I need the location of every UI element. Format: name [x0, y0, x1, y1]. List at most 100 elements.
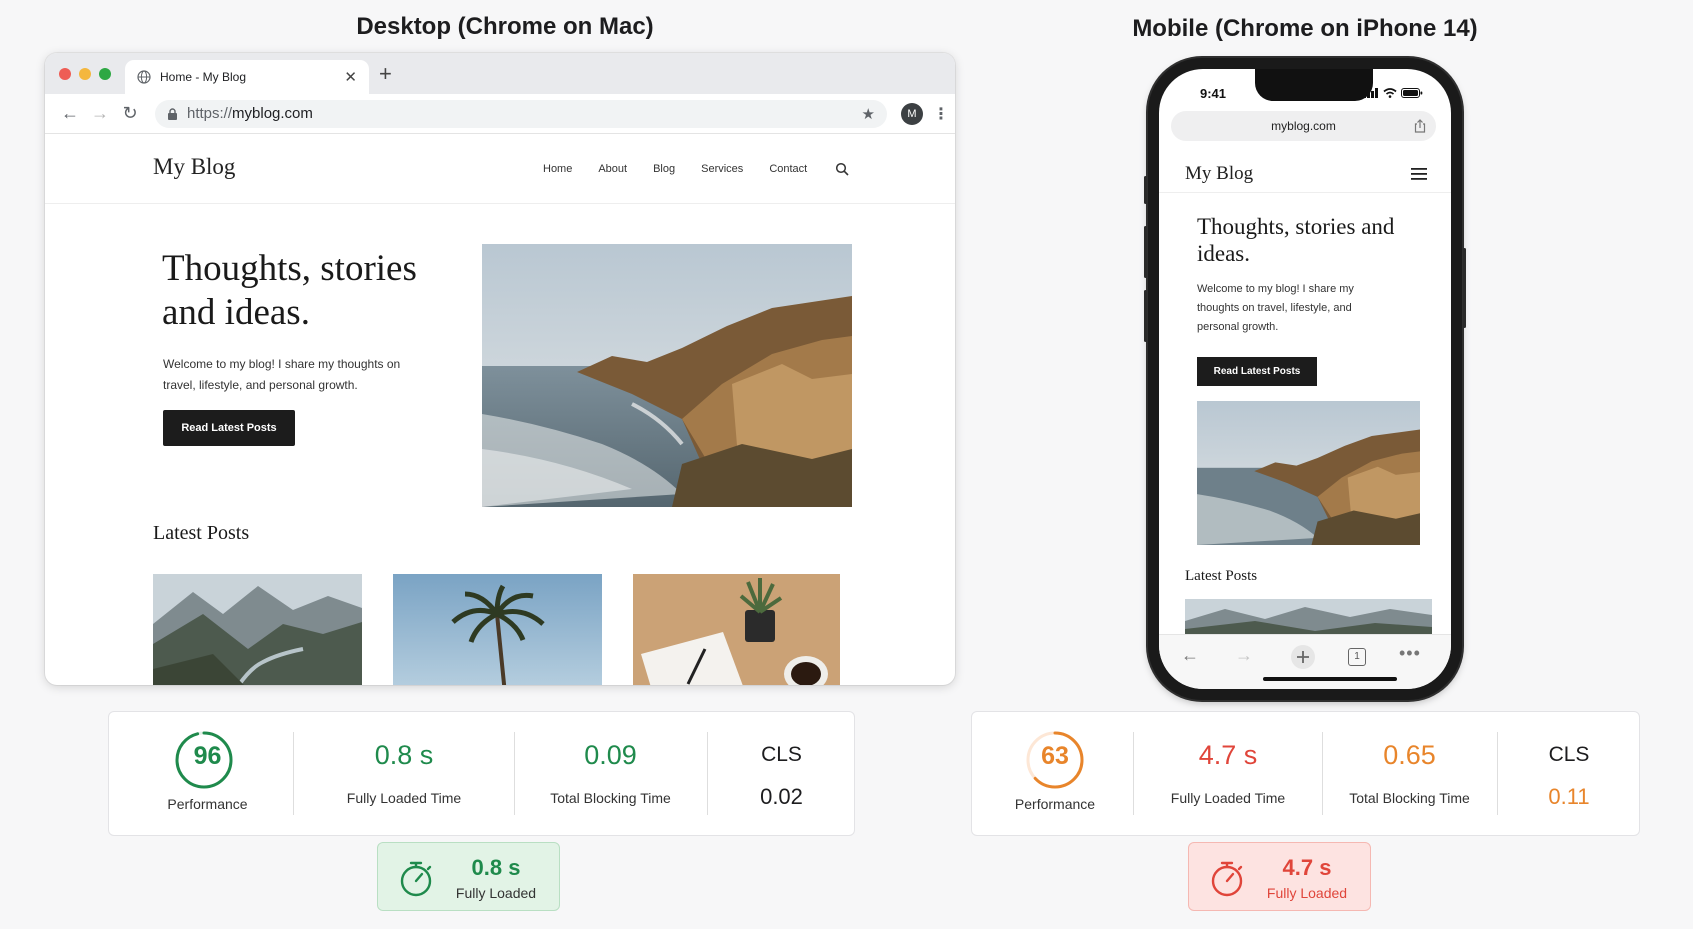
read-latest-posts-button[interactable]: Read Latest Posts [163, 410, 295, 446]
mobile-tbt-label: Total Blocking Time [1349, 790, 1470, 806]
browser-tab[interactable]: Home - My Blog ✕ [125, 60, 369, 94]
tab-bar: Home - My Blog ✕ + [45, 53, 955, 94]
volume-down-button [1144, 290, 1147, 342]
site-brand[interactable]: My Blog [153, 154, 235, 180]
mobile-cls-metric: CLS 0.11 [1497, 712, 1641, 835]
post-thumbnail-desk[interactable] [633, 574, 840, 685]
mobile-back-icon[interactable]: ← [1181, 645, 1199, 666]
post-thumbnail-palm[interactable] [393, 574, 602, 685]
lock-icon [168, 107, 177, 120]
desktop-badge-label: Fully Loaded [455, 885, 537, 901]
desktop-tbt-label: Total Blocking Time [550, 790, 671, 806]
nav-blog[interactable]: Blog [653, 163, 675, 176]
mobile-badge-value: 4.7 s [1282, 855, 1332, 880]
mobile-site-brand[interactable]: My Blog [1185, 163, 1253, 185]
mobile-fully-loaded-badge: 4.7 s Fully Loaded [1188, 842, 1371, 911]
more-icon[interactable]: ••• [1399, 643, 1421, 664]
globe-icon [137, 70, 151, 84]
address-url: https://myblog.com [187, 105, 313, 122]
phone-screen: 9:41 myblog.com My Blog Thoughts, storie… [1159, 69, 1451, 689]
close-window-button[interactable] [59, 68, 71, 80]
desktop-performance-label: Performance [167, 796, 248, 812]
star-icon[interactable]: ★ [862, 105, 875, 123]
mobile-fully-loaded-metric: 4.7 s Fully Loaded Time [1134, 712, 1322, 835]
tab-count: 1 [1354, 651, 1360, 662]
desktop-browser-window: Home - My Blog ✕ + ← → ↻ https://myblog.… [45, 53, 955, 685]
desktop-performance-metric: 96 Performance [109, 712, 294, 835]
desktop-metrics-card: 96 Performance 0.8 s Fully Loaded Time 0… [108, 711, 855, 836]
desktop-fully-loaded-label: Fully Loaded Time [346, 790, 462, 806]
share-icon[interactable] [1414, 119, 1426, 133]
mobile-section-title: Mobile (Chrome on iPhone 14) [1132, 15, 1478, 42]
mobile-cls-label: CLS [1548, 743, 1590, 766]
mobile-tbt-metric: 0.65 Total Blocking Time [1322, 712, 1497, 835]
zoom-window-button[interactable] [99, 68, 111, 80]
desktop-cls-value: 0.02 [760, 784, 803, 809]
forward-icon[interactable]: → [85, 103, 115, 124]
mobile-hero-title: Thoughts, stories and ideas. [1197, 214, 1395, 266]
desktop-tbt-metric: 0.09 Total Blocking Time [514, 712, 707, 835]
post-thumbnail-mountains[interactable] [153, 574, 362, 685]
mobile-forward-icon[interactable]: → [1235, 645, 1253, 666]
desktop-cls-metric: CLS 0.02 [707, 712, 856, 835]
dynamic-island [1255, 69, 1373, 101]
nav-contact[interactable]: Contact [769, 163, 807, 176]
desktop-fully-loaded-metric: 0.8 s Fully Loaded Time [294, 712, 514, 835]
volume-up-button [1144, 226, 1147, 278]
mobile-latest-posts-title: Latest Posts [1185, 568, 1258, 584]
mobile-hero-image-coast [1197, 401, 1420, 545]
mobile-post-thumbnail-mountains[interactable] [1185, 599, 1432, 634]
mobile-fully-loaded-value: 4.7 s [1198, 740, 1258, 770]
back-icon[interactable]: ← [55, 103, 85, 124]
desktop-site: My Blog Home About Blog Services Contact… [45, 134, 955, 685]
desktop-fully-loaded-value: 0.8 s [374, 740, 434, 770]
wifi-icon [1383, 88, 1397, 98]
hero-title: Thoughts, stories and ideas. [162, 248, 417, 333]
iphone-frame: 9:41 myblog.com My Blog Thoughts, storie… [1144, 58, 1466, 700]
mobile-site-header: My Blog [1159, 149, 1451, 193]
timer-icon [400, 861, 432, 897]
desktop-section-title: Desktop (Chrome on Mac) [356, 13, 654, 40]
timer-icon [1211, 861, 1243, 897]
hero-image-coast [482, 244, 852, 507]
nav-home[interactable]: Home [543, 163, 572, 176]
address-bar[interactable]: https://myblog.com ★ [155, 99, 887, 128]
new-tab-button[interactable]: + [379, 61, 392, 87]
minimize-window-button[interactable] [79, 68, 91, 80]
side-button [1144, 176, 1147, 204]
desktop-cls-label: CLS [761, 743, 802, 766]
hero-text: Welcome to my blog! I share my thoughts … [163, 357, 401, 392]
profile-avatar[interactable]: M [901, 102, 923, 125]
home-indicator [1263, 677, 1397, 681]
status-time: 9:41 [1200, 86, 1227, 101]
mobile-url: myblog.com [1271, 119, 1336, 133]
mobile-cls-value: 0.11 [1548, 784, 1590, 809]
tab-title: Home - My Blog [160, 70, 247, 84]
mobile-metrics-card: 63 Performance 4.7 s Fully Loaded Time 0… [971, 711, 1640, 836]
mobile-performance-metric: 63 Performance [972, 712, 1134, 835]
mobile-read-latest-posts-button[interactable]: Read Latest Posts [1197, 357, 1317, 386]
mobile-address-bar[interactable]: myblog.com [1171, 111, 1436, 141]
menu-icon[interactable] [1411, 168, 1427, 180]
nav-services[interactable]: Services [701, 163, 743, 176]
reload-icon[interactable]: ↻ [115, 103, 145, 124]
search-icon[interactable] [835, 162, 849, 176]
nav-about[interactable]: About [598, 163, 627, 176]
kebab-icon[interactable]: ⋮ [933, 104, 949, 124]
close-tab-icon[interactable]: ✕ [344, 68, 357, 86]
window-controls [59, 68, 111, 80]
add-tab-icon[interactable] [1290, 644, 1316, 670]
latest-posts-title: Latest Posts [153, 522, 250, 544]
tabs-icon[interactable]: 1 [1348, 648, 1366, 666]
mobile-hero-text: Welcome to my blog! I share my thoughts … [1197, 283, 1354, 333]
battery-icon [1401, 88, 1423, 98]
mobile-badge-label: Fully Loaded [1266, 885, 1348, 901]
browser-toolbar: ← → ↻ https://myblog.com ★ M ⋮ [45, 94, 955, 134]
desktop-performance-score: 96 [193, 742, 222, 770]
desktop-fully-loaded-badge: 0.8 s Fully Loaded [377, 842, 560, 911]
desktop-badge-value: 0.8 s [471, 855, 521, 880]
signal-icon [1363, 88, 1378, 98]
site-nav: Home About Blog Services Contact [543, 162, 849, 176]
mobile-performance-label: Performance [1014, 796, 1096, 812]
site-header: My Blog Home About Blog Services Contact [45, 134, 955, 204]
